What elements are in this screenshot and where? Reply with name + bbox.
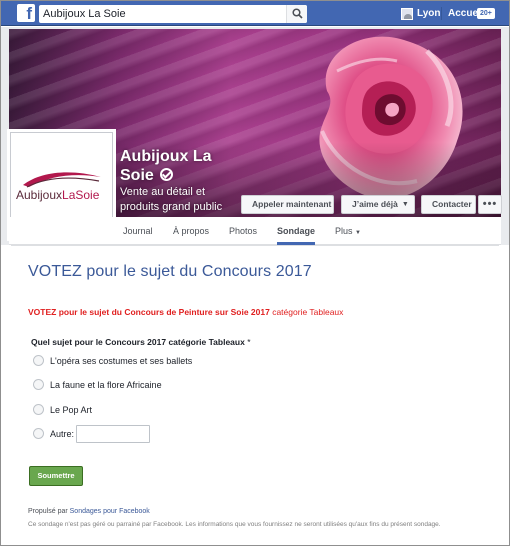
contact-button[interactable]: Contacter <box>421 195 476 214</box>
option-opera[interactable]: L'opéra ses costumes et ses ballets <box>33 355 192 366</box>
form-title: VOTEZ pour le sujet du Concours 2017 <box>28 263 312 280</box>
radio-button[interactable] <box>33 404 44 415</box>
logo-text: AubijouxLaSoie <box>16 188 99 202</box>
verified-check-icon <box>160 168 174 181</box>
nav-divider <box>441 7 442 20</box>
option-label: Autre: <box>50 428 75 439</box>
logo-text-part2: LaSoie <box>62 188 100 202</box>
option-faune[interactable]: La faune et la flore Africaine <box>33 379 162 390</box>
form-subtitle-bold: VOTEZ pour le sujet du Concours de Peint… <box>28 307 270 317</box>
liked-button[interactable]: J’aime déjà ▼ <box>341 195 415 214</box>
contact-label: Contacter <box>432 199 472 209</box>
form-subtitle: VOTEZ pour le sujet du Concours de Peint… <box>28 307 343 317</box>
avatar <box>401 8 413 20</box>
powered-prefix: Propulsé par <box>28 508 70 515</box>
radio-button[interactable] <box>33 379 44 390</box>
logo-swoosh-icon <box>23 172 101 188</box>
submit-button[interactable]: Soumettre <box>29 466 83 486</box>
page-category: Vente au détail et produits grand public <box>120 186 223 213</box>
option-label: La faune et la flore Africaine <box>50 379 162 390</box>
required-mark: * <box>247 337 251 347</box>
liked-label: J’aime déjà <box>352 199 398 209</box>
question-label: Quel sujet pour le Concours 2017 catégor… <box>31 337 251 347</box>
tab-more[interactable]: Plus ▼ <box>335 217 361 245</box>
profile-link[interactable]: Lyon <box>401 6 441 22</box>
radio-button[interactable] <box>33 428 44 439</box>
disclaimer-text: Ce sondage n'est pas géré ou parrainé pa… <box>28 521 441 528</box>
browser-frame: f Aubijoux La Soie Lyon Accueil 20+ Aubi… <box>0 0 510 546</box>
question-text: Quel sujet pour le Concours 2017 catégor… <box>31 337 245 347</box>
call-now-button[interactable]: Appeler maintenant <box>241 195 334 214</box>
powered-by: Propulsé par Sondages pour Facebook <box>28 508 150 515</box>
more-dots-icon: ••• <box>482 198 498 210</box>
option-label: L'opéra ses costumes et ses ballets <box>50 355 193 366</box>
more-options-button[interactable]: ••• <box>478 195 502 214</box>
search-icon <box>292 8 303 19</box>
tab-sondage[interactable]: Sondage <box>277 217 316 245</box>
powered-link[interactable]: Sondages pour Facebook <box>70 508 150 515</box>
page-tabs: Journal À propos Photos Sondage Plus ▼ <box>9 217 501 245</box>
page-title[interactable]: Aubijoux La Soie <box>120 147 240 185</box>
option-pop-art[interactable]: Le Pop Art <box>33 404 92 415</box>
caret-down-icon: ▼ <box>355 230 361 236</box>
tab-photos[interactable]: Photos <box>229 217 257 245</box>
facebook-logo-icon[interactable]: f <box>17 4 35 22</box>
tab-more-label: Plus <box>335 226 353 236</box>
search-button[interactable] <box>286 5 307 23</box>
other-text-input[interactable] <box>76 425 150 443</box>
tab-journal[interactable]: Journal <box>123 217 153 245</box>
caret-down-icon: ▼ <box>401 201 409 208</box>
search-input[interactable]: Aubijoux La Soie <box>39 5 307 23</box>
logo-text-part1: Aubijoux <box>16 188 63 202</box>
form-subtitle-rest: catégorie Tableaux <box>269 307 344 317</box>
poll-form: VOTEZ pour le sujet du Concours 2017 VOT… <box>11 245 499 541</box>
call-now-label: Appeler maintenant <box>252 199 332 209</box>
tab-about[interactable]: À propos <box>173 217 209 245</box>
option-other[interactable]: Autre: <box>33 428 74 439</box>
radio-button[interactable] <box>33 355 44 366</box>
profile-name: Lyon <box>417 8 441 19</box>
option-label: Le Pop Art <box>50 404 93 415</box>
notification-badge: 20+ <box>477 8 495 19</box>
top-navigation-bar: f Aubijoux La Soie Lyon Accueil 20+ <box>1 1 509 26</box>
